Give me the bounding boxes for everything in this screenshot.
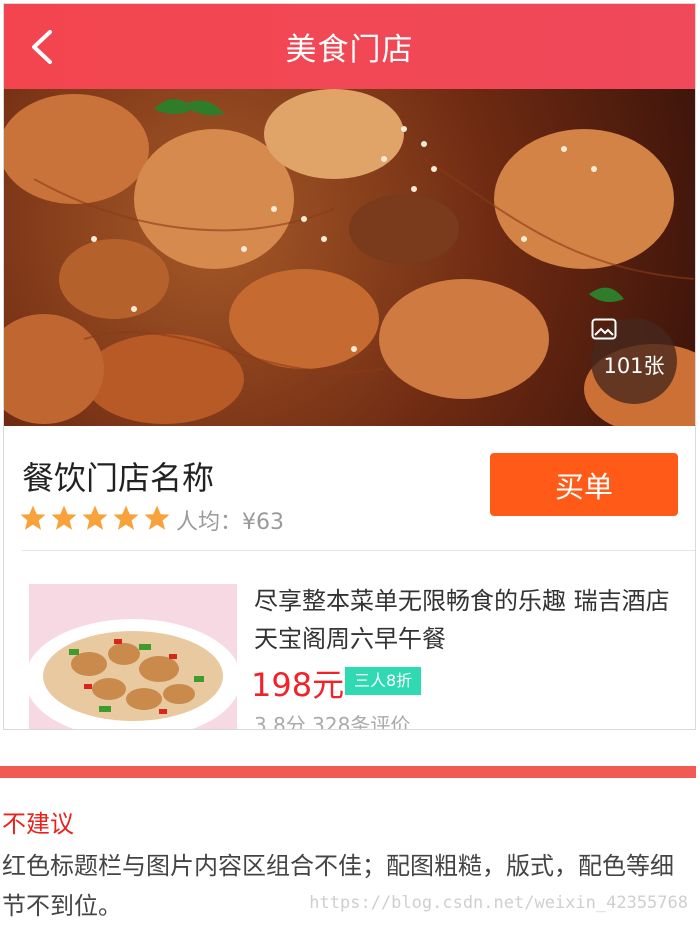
buy-button[interactable]: 买单 xyxy=(490,453,678,516)
photo-count-badge[interactable]: 101张 xyxy=(591,318,677,404)
deal-rating: 3.8分 328条评价 xyxy=(254,713,411,730)
star-icon xyxy=(51,505,77,530)
deal-title[interactable]: 尽享整本菜单无限畅食的乐趣 瑞吉酒店天宝阁周六早午餐 xyxy=(254,582,674,658)
chevron-left-icon[interactable] xyxy=(26,28,62,66)
deal-price: 198元 xyxy=(251,666,345,704)
review-comment: 红色标题栏与图片内容区组合不佳；配图粗糙，版式，配色等细节不到位。 xyxy=(2,852,674,920)
store-name: 餐饮门店名称 xyxy=(22,459,215,497)
average-price: 人均：¥63 xyxy=(176,510,284,535)
verdict-label: 不建议 xyxy=(2,810,74,838)
phone-screen: 美食门店 101张 餐饮门店名称 人均：¥63 买单 尽享整本菜单无限畅食的乐趣… xyxy=(3,3,696,730)
dish-photo-illustration xyxy=(29,584,237,729)
divider xyxy=(22,550,695,551)
store-photo[interactable]: 101张 xyxy=(4,89,695,426)
star-rating xyxy=(18,503,172,533)
top-navigation-bar: 美食门店 xyxy=(4,4,695,89)
section-divider-bar xyxy=(0,766,696,778)
discount-tag: 三人8折 xyxy=(345,667,422,695)
star-icon xyxy=(144,505,170,530)
deal-photo[interactable] xyxy=(29,584,237,729)
star-icon xyxy=(20,505,46,530)
watermark: https://blog.csdn.net/weixin_42355768 xyxy=(309,893,688,913)
star-icon xyxy=(82,505,108,530)
photo-count: 101张 xyxy=(603,354,665,378)
star-icon xyxy=(113,505,139,530)
page-title: 美食门店 xyxy=(285,32,414,68)
shrimp-photo-illustration xyxy=(4,89,695,426)
